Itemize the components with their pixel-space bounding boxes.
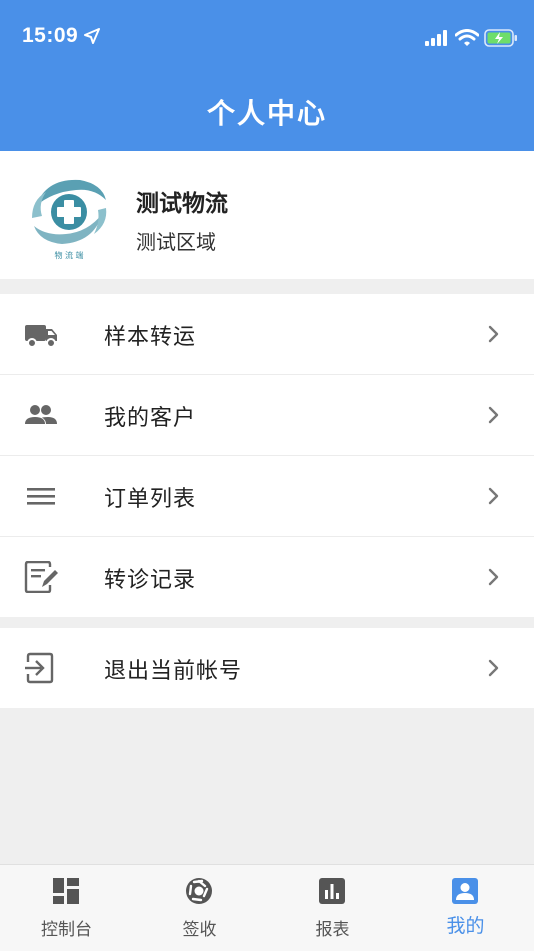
bottom-tab-bar: 控制台 签收 报表 我的 bbox=[0, 864, 534, 951]
tab-dashboard[interactable]: 控制台 bbox=[0, 865, 133, 951]
menu-item-referral-records[interactable]: 转诊记录 bbox=[0, 537, 534, 617]
tab-sign-in[interactable]: 签收 bbox=[133, 865, 266, 951]
menu-item-label: 转诊记录 bbox=[104, 568, 197, 593]
logout-button[interactable]: 退出当前帐号 bbox=[0, 628, 534, 708]
location-arrow-icon bbox=[84, 28, 100, 44]
tab-label: 控制台 bbox=[41, 920, 92, 940]
list-icon bbox=[27, 488, 55, 505]
logout-group: 退出当前帐号 bbox=[0, 628, 534, 708]
logo-text: 物 流 端 bbox=[54, 250, 83, 260]
tab-mine[interactable]: 我的 bbox=[399, 865, 532, 951]
menu-item-label: 我的客户 bbox=[104, 406, 197, 431]
cellular-signal-icon bbox=[425, 30, 447, 46]
menu-item-label: 订单列表 bbox=[104, 487, 197, 512]
chevron-right-icon bbox=[488, 406, 499, 424]
profile-name: 测试物流 bbox=[136, 191, 228, 217]
app-header: 15:09 个人中心 bbox=[0, 0, 534, 151]
aperture-icon bbox=[186, 878, 212, 904]
company-logo: 物 流 端 bbox=[32, 179, 107, 260]
menu-item-my-customers[interactable]: 我的客户 bbox=[0, 375, 534, 456]
tab-label: 签收 bbox=[182, 920, 217, 940]
people-icon bbox=[25, 405, 57, 424]
chevron-right-icon bbox=[488, 487, 499, 505]
bar-chart-icon bbox=[319, 878, 345, 904]
tab-label: 报表 bbox=[315, 920, 350, 940]
tab-label: 我的 bbox=[446, 915, 485, 937]
chevron-right-icon bbox=[488, 568, 499, 586]
wifi-icon bbox=[455, 29, 479, 46]
page-title: 个人中心 bbox=[206, 97, 327, 130]
profile-area: 测试区域 bbox=[136, 230, 216, 254]
menu-list: 样本转运 我的客户 订单列表 转诊记录 bbox=[0, 294, 534, 617]
status-time: 15:09 bbox=[22, 24, 79, 47]
battery-charging-icon bbox=[484, 29, 517, 47]
tab-reports[interactable]: 报表 bbox=[266, 865, 399, 951]
logout-label: 退出当前帐号 bbox=[104, 659, 243, 684]
exit-icon bbox=[25, 652, 54, 684]
menu-item-label: 样本转运 bbox=[104, 325, 197, 350]
edit-note-icon bbox=[24, 561, 58, 593]
truck-icon bbox=[25, 325, 57, 348]
dashboard-icon bbox=[53, 878, 79, 904]
chevron-right-icon bbox=[488, 325, 499, 343]
chevron-right-icon bbox=[488, 659, 499, 677]
person-icon bbox=[452, 878, 478, 904]
menu-item-order-list[interactable]: 订单列表 bbox=[0, 456, 534, 537]
status-bar: 15:09 bbox=[0, 0, 534, 80]
menu-item-sample-transport[interactable]: 样本转运 bbox=[0, 294, 534, 375]
